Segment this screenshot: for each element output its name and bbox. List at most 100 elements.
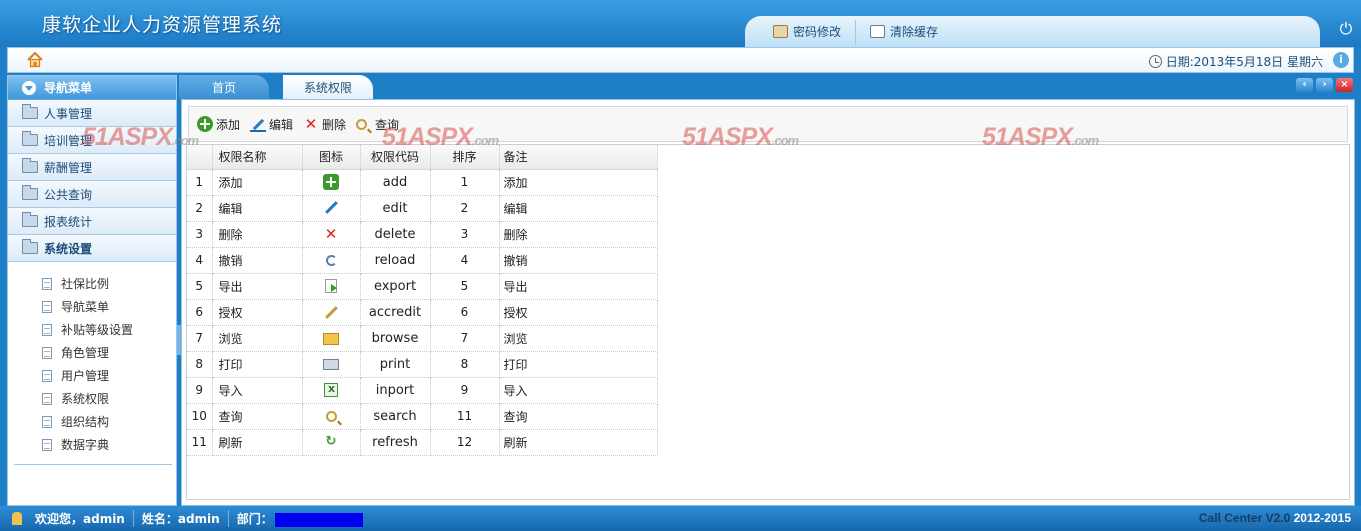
row-number-cell: 3 (187, 221, 213, 248)
page-icon (42, 323, 52, 336)
search-button[interactable]: 查询 (356, 116, 399, 133)
sidebar-item-permissions[interactable]: 系统权限 (8, 387, 176, 410)
delete-button[interactable]: ✕ 删除 (303, 116, 346, 133)
table-row[interactable]: 10 查询 search 11 查询 (187, 403, 658, 430)
info-icon[interactable]: i (1333, 52, 1349, 68)
nav-group-personnel[interactable]: 人事管理 (8, 100, 176, 127)
permission-code-cell: edit (360, 195, 431, 222)
page-icon (42, 369, 52, 382)
tab-controls: ‹ › × (1296, 78, 1353, 92)
tab-home[interactable]: 首页 (179, 75, 269, 99)
table-row[interactable]: 6 授权 accredit 6 授权 (187, 299, 658, 326)
browse-icon (323, 332, 339, 345)
sort-order-cell: 1 (430, 169, 500, 196)
edit-icon (250, 116, 267, 132)
tab-close-icon[interactable]: × (1336, 78, 1353, 92)
permission-code-cell: search (360, 403, 431, 430)
table-row[interactable]: 5 导出 export 5 导出 (187, 273, 658, 300)
column-header-note[interactable]: 备注 (499, 145, 658, 170)
column-header-code[interactable]: 权限代码 (360, 145, 431, 170)
edit-button[interactable]: 编辑 (250, 116, 293, 133)
nav-menu-header[interactable]: 导航菜单 (8, 76, 176, 100)
permission-code-cell: accredit (360, 299, 431, 326)
column-header-order[interactable]: 排序 (430, 145, 500, 170)
tab-bar: 首页 系统权限 (179, 75, 387, 99)
note-cell: 授权 (499, 299, 658, 326)
table-row[interactable]: 9导入inport9导入 (187, 377, 658, 404)
permission-code-cell: inport (360, 377, 431, 404)
sidebar-item-org-structure[interactable]: 组织结构 (8, 410, 176, 433)
sidebar-item-roles[interactable]: 角色管理 (8, 341, 176, 364)
tab-system-permissions[interactable]: 系统权限 (283, 75, 373, 99)
note-cell: 添加 (499, 169, 658, 196)
nav-group-public-query[interactable]: 公共查询 (8, 181, 176, 208)
table-row[interactable]: 11 刷新 ↻ refresh 12 刷新 (187, 429, 658, 456)
sub-item-label: 数据字典 (61, 438, 110, 452)
change-password-button[interactable]: 密码修改 (759, 20, 855, 44)
permission-code-cell: browse (360, 325, 431, 352)
table-row[interactable]: 7 浏览 browse 7 浏览 (187, 325, 658, 352)
app-header: 康软企业人力资源管理系统 密码修改 清除缓存 ⏻ (0, 0, 1361, 47)
folder-icon (22, 185, 38, 200)
permission-icon-cell (302, 403, 361, 430)
table-row[interactable]: 2 编辑 edit 2 编辑 (187, 195, 658, 222)
permission-icon-cell: ✕ (302, 221, 361, 248)
date-display: 日期:2013年5月18日 星期六 (1148, 53, 1323, 70)
delete-label: 删除 (322, 117, 347, 132)
clear-cache-icon (870, 25, 886, 38)
permission-code-cell: reload (360, 247, 431, 274)
sidebar-item-subsidy-levels[interactable]: 补贴等级设置 (8, 318, 176, 341)
nav-group-label: 公共查询 (44, 187, 93, 202)
table-row[interactable]: 1 添加 add 1 添加 (187, 169, 658, 196)
sidebar-item-data-dictionary[interactable]: 数据字典 (8, 433, 176, 456)
permission-icon-cell (302, 299, 361, 326)
table-row[interactable]: 3 删除 ✕ delete 3 删除 (187, 221, 658, 248)
row-number-cell: 5 (187, 273, 213, 300)
permission-name-cell: 导入 (212, 377, 303, 404)
tab-scroll-left-icon[interactable]: ‹ (1296, 78, 1313, 92)
table-row[interactable]: 4 撤销 reload 4 撤销 (187, 247, 658, 274)
sort-order-cell: 9 (430, 377, 500, 404)
sub-item-label: 角色管理 (61, 346, 110, 360)
sidebar-item-nav-menu[interactable]: 导航菜单 (8, 295, 176, 318)
sidebar-item-users[interactable]: 用户管理 (8, 364, 176, 387)
permissions-grid: 权限名称 图标 权限代码 排序 备注 1 添加 add 1 添加 2 编辑 edit 2 编辑 3 删… (186, 144, 1350, 500)
nav-group-salary[interactable]: 薪酬管理 (8, 154, 176, 181)
nav-group-label: 人事管理 (44, 106, 93, 121)
column-header-icon[interactable]: 图标 (302, 145, 361, 170)
clear-cache-button[interactable]: 清除缓存 (855, 19, 952, 44)
home-icon[interactable] (26, 51, 44, 69)
permission-name-cell: 添加 (212, 169, 303, 196)
note-cell: 查询 (499, 403, 658, 430)
tab-scroll-right-icon[interactable]: › (1316, 78, 1333, 92)
search-icon (325, 411, 337, 422)
sort-order-cell: 7 (430, 325, 500, 352)
table-row[interactable]: 8 打印 print 8 打印 (187, 351, 658, 378)
system-settings-submenu: 社保比例 导航菜单 补贴等级设置 角色管理 用户管理 系统权限 组织结构 数据字… (8, 262, 176, 456)
page-icon (42, 346, 52, 359)
table-header-row: 权限名称 图标 权限代码 排序 备注 (187, 145, 658, 170)
permission-name-cell: 打印 (212, 351, 303, 378)
logout-power-icon[interactable]: ⏻ (1337, 20, 1355, 38)
row-number-header (187, 145, 213, 170)
nav-group-system-settings[interactable]: 系统设置 (8, 235, 176, 262)
accredit-icon (323, 304, 339, 320)
note-cell: 浏览 (499, 325, 658, 352)
welcome-text: 欢迎您，admin (27, 510, 134, 527)
sidebar-item-social-security[interactable]: 社保比例 (8, 272, 176, 295)
main-content: 添加 编辑 ✕ 删除 查询 权限名称 图标 权限代码 排序 备注 1 添加 ad… (181, 99, 1355, 506)
note-cell: 打印 (499, 351, 658, 378)
add-button[interactable]: 添加 (197, 116, 240, 133)
column-header-name[interactable]: 权限名称 (212, 145, 303, 170)
add-icon (323, 174, 339, 190)
table-body: 1 添加 add 1 添加 2 编辑 edit 2 编辑 3 删除 ✕ delete 3 删除 4 撤销 reloa… (187, 169, 658, 456)
nav-group-label: 培训管理 (44, 133, 93, 148)
nav-group-training[interactable]: 培训管理 (8, 127, 176, 154)
status-footer: 欢迎您，admin 姓名：admin 部门： Call Center V2.0 … (0, 506, 1361, 531)
note-cell: 删除 (499, 221, 658, 248)
clear-cache-label: 清除缓存 (890, 25, 939, 39)
add-icon (197, 116, 213, 132)
sub-item-label: 导航菜单 (61, 300, 110, 314)
nav-group-reports[interactable]: 报表统计 (8, 208, 176, 235)
add-label: 添加 (216, 117, 241, 132)
